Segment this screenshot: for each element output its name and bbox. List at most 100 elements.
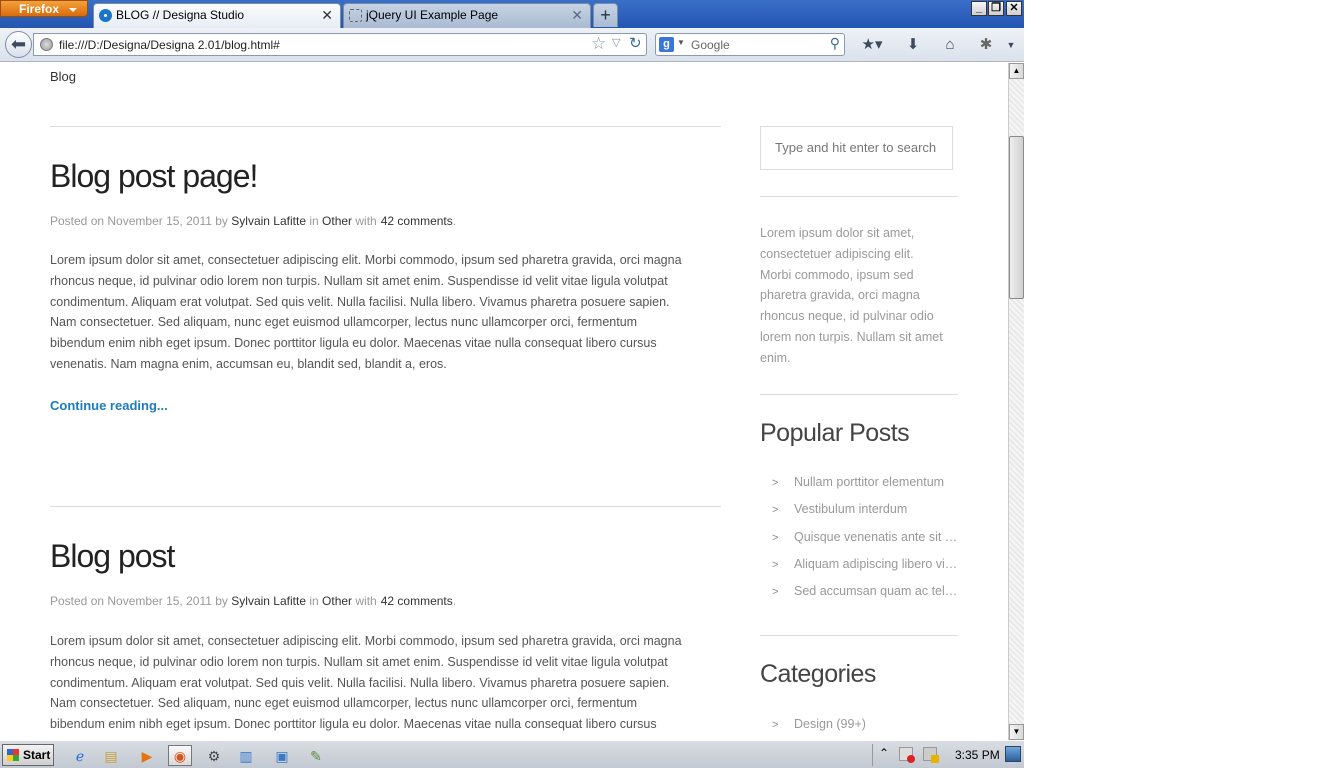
chevron-right-icon: > bbox=[772, 531, 779, 544]
post-body-line: Nam consectetuer. Sed aliquam, nunc eget… bbox=[50, 315, 638, 330]
chevron-right-icon: > bbox=[772, 477, 779, 489]
sidebar-text: Lorem ipsum dolor sit amet, consectetuer… bbox=[760, 223, 960, 369]
tab-blog[interactable]: BLOG // Designa Studio ✕ bbox=[93, 3, 341, 28]
scroll-up-icon[interactable]: ▲ bbox=[1009, 63, 1024, 79]
post-body: Lorem ipsum dolor sit amet, consectetuer… bbox=[50, 631, 722, 735]
back-arrow-icon[interactable]: ⬅ bbox=[5, 31, 32, 58]
system-tray: ⌃ 3:35 PM bbox=[872, 744, 1022, 766]
scrollbar-thumb[interactable] bbox=[1009, 136, 1024, 299]
meta-with: with bbox=[355, 594, 377, 608]
continue-reading-link[interactable]: Continue reading... bbox=[50, 398, 168, 413]
author-link[interactable]: Sylvain Lafitte bbox=[231, 214, 306, 228]
media-player-icon[interactable]: ▶ bbox=[135, 745, 159, 766]
close-window-button[interactable]: ✕ bbox=[1006, 1, 1022, 16]
settings-gear-icon[interactable]: ⚙ bbox=[202, 745, 226, 766]
search-icon[interactable]: ⚲ bbox=[830, 35, 840, 52]
clock[interactable]: 3:35 PM bbox=[955, 748, 1000, 762]
star-icon[interactable]: ☆ bbox=[591, 34, 606, 54]
category-item[interactable]: > Design (99+) bbox=[772, 717, 866, 740]
scroll-down-icon[interactable]: ▼ bbox=[1009, 724, 1024, 740]
meta-in: in bbox=[309, 594, 319, 608]
sidebar-text-line: pharetra gravida, orci magna bbox=[760, 288, 920, 303]
post-body-line: venenatis. Nam magna enim, accumsan eu, … bbox=[50, 356, 447, 371]
post-title[interactable]: Blog post page! bbox=[50, 158, 258, 195]
sidebar-text-line: lorem non turpis. Nullam sit amet bbox=[760, 329, 943, 344]
tab-title: BLOG // Designa Studio bbox=[116, 8, 245, 22]
engine-dropdown-icon[interactable]: ▼ bbox=[677, 38, 685, 47]
sidebar-text-line: consectetuer adipiscing elit. bbox=[760, 246, 914, 261]
post-title[interactable]: Blog post bbox=[50, 538, 175, 575]
sidebar-text-line: enim. bbox=[760, 350, 791, 365]
popular-post-item[interactable]: > Sed accumsan quam ac tellus bbox=[772, 584, 959, 611]
category-link[interactable]: Other bbox=[322, 594, 352, 608]
new-tab-button[interactable]: + bbox=[593, 3, 618, 27]
popular-post-item[interactable]: > Nullam porttitor elementum bbox=[772, 475, 959, 502]
category-link[interactable]: Other bbox=[322, 214, 352, 228]
meta-posted-on: Posted on bbox=[50, 214, 105, 228]
start-label: Start bbox=[23, 748, 51, 762]
meta-with: with bbox=[355, 214, 377, 228]
search-input[interactable]: Google bbox=[691, 38, 730, 52]
meta-end: . bbox=[452, 214, 457, 228]
vertical-scrollbar[interactable]: ▲ ▼ bbox=[1008, 63, 1024, 740]
popular-post-item[interactable]: > Vestibulum interdum bbox=[772, 502, 959, 529]
sidebar-text-line: Lorem ipsum dolor sit amet, bbox=[760, 226, 915, 240]
sidebar-text-line: rhoncus neque, id pulvinar odio bbox=[760, 309, 934, 324]
downloads-icon[interactable]: ⬇ bbox=[902, 34, 924, 56]
close-tab-icon[interactable]: ✕ bbox=[571, 4, 583, 27]
close-tab-icon[interactable]: ✕ bbox=[321, 4, 333, 27]
firefox-menu-label: Firefox bbox=[19, 2, 60, 16]
maximize-button[interactable]: ❐ bbox=[988, 1, 1004, 16]
category-link[interactable]: Design (99+) bbox=[794, 717, 866, 731]
addon-icon[interactable]: ✱ bbox=[974, 34, 998, 56]
window-stack-icon[interactable]: ▥ bbox=[234, 745, 258, 766]
popular-post-item[interactable]: > Aliquam adipiscing libero vitae bbox=[772, 557, 959, 584]
chevron-right-icon: > bbox=[772, 586, 779, 599]
search-bar[interactable]: g ▼ Google ⚲ bbox=[655, 33, 845, 56]
popular-post-link[interactable]: Quisque venenatis ante sit amet bbox=[794, 530, 959, 544]
file-explorer-icon[interactable]: ▤ bbox=[99, 745, 123, 766]
popular-post-link[interactable]: Vestibulum interdum bbox=[794, 502, 907, 516]
minimize-button[interactable]: _ bbox=[971, 1, 987, 16]
divider bbox=[760, 635, 958, 636]
show-hidden-icons-icon[interactable]: ⌃ bbox=[879, 746, 889, 760]
popular-post-item[interactable]: > Quisque venenatis ante sit amet bbox=[772, 530, 959, 557]
google-icon[interactable]: g bbox=[659, 37, 674, 52]
show-desktop-icon[interactable] bbox=[1005, 746, 1021, 762]
start-button[interactable]: Start bbox=[2, 744, 54, 766]
document-icon[interactable]: ▣ bbox=[270, 745, 294, 766]
firefox-taskbar-icon[interactable]: ◉ bbox=[168, 745, 192, 766]
paint-icon[interactable]: ✎ bbox=[304, 745, 328, 766]
post-body-line: Nam consectetuer. Sed aliquam, nunc eget… bbox=[50, 696, 638, 711]
popular-post-link[interactable]: Aliquam adipiscing libero vitae bbox=[794, 557, 959, 571]
meta-end: . bbox=[452, 594, 457, 608]
address-bar[interactable]: file:///D:/Designa/Designa 2.01/blog.htm… bbox=[33, 33, 647, 56]
breadcrumb[interactable]: Blog bbox=[50, 69, 76, 84]
popular-post-link[interactable]: Nullam porttitor elementum bbox=[794, 475, 944, 489]
post-meta: Posted on November 15, 2011 by Sylvain L… bbox=[50, 214, 456, 228]
network-warning-icon[interactable] bbox=[899, 747, 915, 763]
comments-link[interactable]: 42 comments bbox=[381, 594, 453, 608]
firefox-menu-button[interactable]: Firefox bbox=[0, 0, 88, 17]
navigation-toolbar: ⬅ file:///D:/Designa/Designa 2.01/blog.h… bbox=[0, 28, 1024, 62]
bookmarks-icon[interactable]: ★▾ bbox=[857, 34, 887, 56]
tab-bar: Firefox BLOG // Designa Studio ✕ jQuery … bbox=[0, 0, 1024, 28]
divider bbox=[760, 394, 958, 395]
url-text[interactable]: file:///D:/Designa/Designa 2.01/blog.htm… bbox=[59, 38, 280, 52]
action-center-icon[interactable] bbox=[923, 747, 939, 763]
menu-icon[interactable]: ▼ bbox=[1004, 34, 1018, 56]
popular-posts-heading: Popular Posts bbox=[760, 419, 910, 447]
categories-list: > Design (99+) bbox=[772, 717, 866, 740]
tab-jquery-ui[interactable]: jQuery UI Example Page ✕ bbox=[343, 3, 591, 28]
internet-explorer-icon[interactable]: ℯ bbox=[68, 745, 92, 766]
reload-icon[interactable]: ↻ bbox=[629, 34, 642, 52]
author-link[interactable]: Sylvain Lafitte bbox=[231, 594, 306, 608]
windows-logo-icon bbox=[7, 749, 19, 761]
history-dropdown-icon[interactable]: ▽ bbox=[612, 36, 620, 49]
sidebar-search-input[interactable]: Type and hit enter to search bbox=[760, 126, 953, 170]
home-icon[interactable]: ⌂ bbox=[938, 34, 962, 56]
post-body-line: rhoncus neque, id pulvinar odio lorem no… bbox=[50, 654, 668, 669]
post-body-line: Lorem ipsum dolor sit amet, consectetuer… bbox=[50, 634, 682, 648]
comments-link[interactable]: 42 comments bbox=[381, 214, 453, 228]
popular-post-link[interactable]: Sed accumsan quam ac tellus bbox=[794, 584, 959, 598]
